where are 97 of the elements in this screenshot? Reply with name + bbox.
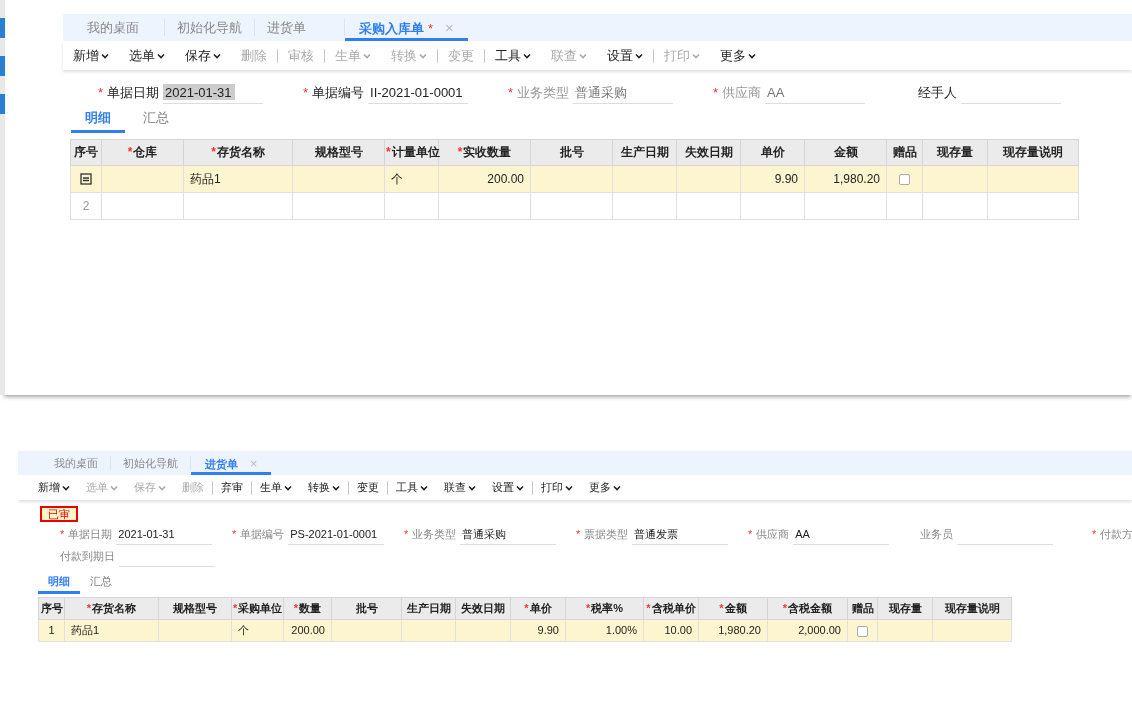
tab[interactable]: 初始化导航 <box>165 19 255 36</box>
toolbar-button[interactable]: 生单 <box>252 479 300 496</box>
tab[interactable]: 明细 <box>38 570 80 594</box>
field-label: 付款到期日 <box>60 549 115 565</box>
field-label: 供应商 <box>756 527 790 543</box>
status-stamp: 已审 <box>40 506 78 522</box>
toolbar-button[interactable]: 弃审 <box>213 479 251 496</box>
input-field[interactable]: II-2021-01-0001 <box>368 82 469 104</box>
column-header: 规格型号 <box>158 597 232 620</box>
field-label: 业务员 <box>920 527 953 543</box>
tab[interactable]: 我的桌面 <box>75 19 165 36</box>
checkbox[interactable] <box>899 173 910 185</box>
field-label: 单据日期 <box>107 84 160 103</box>
toolbar-button[interactable]: 工具 <box>485 45 541 66</box>
column-header: *单价 <box>510 597 566 620</box>
tab[interactable]: 初始化导航 <box>111 456 191 470</box>
field-label: 票据类型 <box>584 527 629 543</box>
column-header: *税率% <box>565 597 644 620</box>
required-mark: * <box>1092 527 1097 543</box>
column-header: 单价 <box>740 139 805 165</box>
column-header: 金额 <box>804 139 887 165</box>
tab[interactable]: 汇总 <box>80 570 122 594</box>
field-label: 经手人 <box>918 84 957 103</box>
column-header: 现存量 <box>922 139 988 165</box>
input-field[interactable]: PS-2021-01-0001 <box>288 524 385 545</box>
required-mark: * <box>303 84 309 103</box>
toolbar-button[interactable]: 设置 <box>597 45 653 66</box>
toolbar-button[interactable]: 打印 <box>533 479 581 496</box>
input-field[interactable]: 普通采购 <box>460 524 557 545</box>
column-header: 规格型号 <box>292 139 385 165</box>
row-edit-icon[interactable] <box>80 173 92 186</box>
field-label: 单据日期 <box>68 527 113 543</box>
column-header: *存货名称 <box>64 597 159 620</box>
column-header: 现存量说明 <box>987 139 1079 165</box>
required-mark: * <box>713 84 719 103</box>
column-header: 批号 <box>530 139 613 165</box>
column-header: 生产日期 <box>401 597 456 620</box>
column-header: 现存量 <box>877 597 933 620</box>
input-field[interactable]: 2021-01-31 <box>163 82 264 104</box>
column-header: 失效日期 <box>676 139 741 165</box>
table-cell: 200.00 <box>438 165 531 192</box>
toolbar-button[interactable]: 转换 <box>300 479 348 496</box>
field-label: 业务类型 <box>517 84 570 103</box>
column-header: 序号 <box>70 139 102 165</box>
input-field[interactable]: 普通发票 <box>632 524 729 545</box>
column-header: *含税单价 <box>643 597 699 620</box>
column-header: 现存量说明 <box>932 597 1012 620</box>
column-header: *含税金额 <box>767 597 848 620</box>
tab[interactable]: 汇总 <box>129 106 183 133</box>
field-label: 付款方 <box>1100 527 1132 543</box>
toolbar-button[interactable]: 新增 <box>63 45 119 66</box>
checkbox[interactable] <box>857 625 868 637</box>
toolbar-button[interactable]: 工具 <box>388 479 436 496</box>
field-label: 供应商 <box>722 84 762 103</box>
required-mark: * <box>232 527 237 543</box>
toolbar-button[interactable]: 选单 <box>119 45 175 66</box>
field-label: 业务类型 <box>412 527 457 543</box>
tab[interactable]: 明细 <box>71 106 125 133</box>
column-header: *计量单位 <box>384 139 439 165</box>
required-mark: * <box>60 527 65 543</box>
required-mark: * <box>576 527 581 543</box>
row-number: 1 <box>38 619 65 642</box>
toolbar-button[interactable]: 设置 <box>484 479 532 496</box>
input-field[interactable]: AA <box>793 524 890 545</box>
tab[interactable]: 我的桌面 <box>42 456 111 470</box>
row-number: 2 <box>70 192 102 219</box>
input-field[interactable]: 2021-01-31 <box>116 524 213 545</box>
required-mark: * <box>98 84 104 103</box>
column-header: 失效日期 <box>455 597 511 620</box>
column-header: *数量 <box>283 597 332 620</box>
modified-mark: * <box>428 19 434 38</box>
toolbar-button[interactable]: 联查 <box>436 479 484 496</box>
column-header: 赠品 <box>886 139 923 165</box>
column-header: 序号 <box>38 597 65 620</box>
column-header: 生产日期 <box>612 139 677 165</box>
required-mark: * <box>404 527 409 543</box>
required-mark: * <box>748 527 753 543</box>
table-cell: 1,980.20 <box>804 165 887 192</box>
column-header: *存货名称 <box>183 139 293 165</box>
required-mark: * <box>508 84 514 103</box>
field-label: 单据编号 <box>312 84 365 103</box>
column-header: 赠品 <box>847 597 878 620</box>
tab[interactable]: 进货单 × <box>191 456 272 475</box>
column-header: *采购单位 <box>231 597 284 620</box>
tab[interactable]: 进货单 <box>255 19 345 36</box>
field-label: 单据编号 <box>240 527 285 543</box>
toolbar-button[interactable]: 变更 <box>349 479 387 496</box>
table-cell: 9.90 <box>740 165 805 192</box>
toolbar-button[interactable]: 更多 <box>581 479 629 496</box>
table-cell: 药品1 <box>183 165 293 192</box>
column-header: *仓库 <box>101 139 184 165</box>
toolbar-button[interactable]: 更多 <box>710 45 766 66</box>
toolbar-button[interactable]: 保存 <box>175 45 231 66</box>
tab[interactable]: 采购入库单 * × <box>345 19 468 41</box>
toolbar-button[interactable]: 新增 <box>30 479 78 496</box>
column-header: *金额 <box>698 597 768 620</box>
column-header: 批号 <box>331 597 402 620</box>
